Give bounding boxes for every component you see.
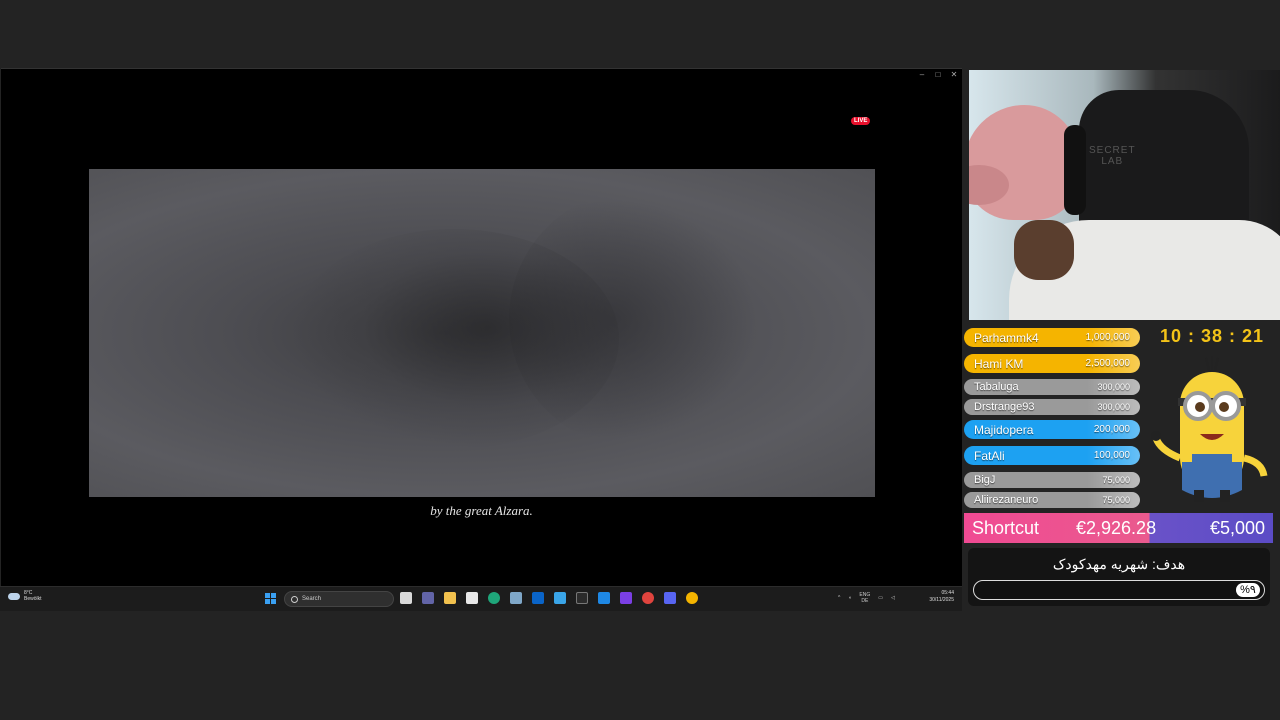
leaderboard-row: Majidopera 200,000 bbox=[964, 420, 1140, 439]
video-frame bbox=[89, 169, 875, 497]
window-controls: – □ ✕ bbox=[918, 70, 958, 79]
search-placeholder: Search bbox=[302, 596, 322, 602]
desktop-icon[interactable] bbox=[510, 592, 522, 604]
donor-name: Aliirezaneuro bbox=[974, 494, 1039, 506]
donor-name: Hami KM bbox=[974, 356, 1024, 371]
edge-icon[interactable] bbox=[488, 592, 500, 604]
search-icon bbox=[291, 595, 298, 603]
goal-target: €5,000 bbox=[1209, 517, 1265, 538]
clock-time: 05:44 bbox=[941, 590, 954, 596]
maximize-icon[interactable]: □ bbox=[934, 70, 942, 79]
game-window: – □ ✕ LIVE by the great Alzara. bbox=[1, 68, 962, 588]
leaderboard-row: Parhammk4 1,000,000 bbox=[964, 328, 1140, 347]
leaderboard-row: Hami KM 2,500,000 bbox=[964, 354, 1140, 373]
donor-amount: 300,000 bbox=[1097, 402, 1130, 412]
taskbar: 8°C Bewölkt Search ^ ◖ ENG DE ▭ ◁ 05:44 bbox=[0, 586, 962, 611]
leaderboard-row: BigJ 75,000 bbox=[964, 472, 1140, 488]
taskbar-apps bbox=[400, 592, 698, 604]
clock-date: 30/11/2025 bbox=[929, 597, 954, 603]
leaderboard-row: Aliirezaneuro 75,000 bbox=[964, 492, 1140, 508]
taskbar-clock[interactable]: 05:44 30/11/2025 bbox=[920, 590, 954, 604]
outlook-icon[interactable] bbox=[532, 592, 544, 604]
donor-amount: 75,000 bbox=[1102, 495, 1130, 505]
donor-name: Majidopera bbox=[974, 422, 1034, 437]
discord-icon[interactable] bbox=[664, 592, 676, 604]
minimize-icon[interactable]: – bbox=[918, 70, 926, 79]
file-explorer-icon[interactable] bbox=[444, 592, 456, 604]
chrome-icon[interactable] bbox=[686, 592, 698, 604]
rider-icon[interactable] bbox=[620, 592, 632, 604]
goal-current: €2,926.28 bbox=[1076, 517, 1157, 538]
donor-amount: 100,000 bbox=[1093, 450, 1130, 461]
network-icon[interactable]: ▭ bbox=[878, 595, 883, 601]
microphone-icon[interactable]: ◖ bbox=[848, 595, 851, 601]
video-swirl-2 bbox=[509, 189, 769, 449]
task-view-icon[interactable] bbox=[400, 592, 412, 604]
volume-icon[interactable]: ◁ bbox=[891, 595, 895, 601]
persian-goal-progress: %۹ bbox=[973, 580, 1265, 600]
donor-amount: 2,500,000 bbox=[1085, 358, 1131, 369]
leaderboard-row: Tabaluga 300,000 bbox=[964, 379, 1140, 395]
vscode-icon[interactable] bbox=[598, 592, 610, 604]
persian-goal-text: هدف: شهریه مهدکودک bbox=[1052, 556, 1186, 572]
donor-name: Drstrange93 bbox=[974, 401, 1035, 413]
photos-icon[interactable] bbox=[554, 592, 566, 604]
cloud-icon bbox=[8, 592, 20, 600]
system-tray: ^ ◖ ENG DE ▭ ◁ bbox=[838, 592, 895, 604]
goal-label: Shortcut bbox=[972, 517, 1040, 538]
donor-amount: 1,000,000 bbox=[1085, 332, 1131, 343]
chevron-up-icon[interactable]: ^ bbox=[838, 595, 840, 601]
chair-logo: SECRET LAB bbox=[1089, 145, 1136, 167]
donation-goal-bar: Shortcut €2,926.28 €5,000 bbox=[964, 513, 1273, 543]
taskbar-search[interactable]: Search bbox=[284, 591, 394, 607]
windows-start-icon[interactable] bbox=[265, 593, 276, 604]
donor-name: Parhammk4 bbox=[974, 330, 1039, 345]
donor-amount: 75,000 bbox=[1102, 475, 1130, 485]
weather-widget[interactable]: 8°C Bewölkt bbox=[8, 590, 42, 602]
store-icon[interactable] bbox=[466, 592, 478, 604]
settings-icon[interactable] bbox=[642, 592, 654, 604]
streamer-face bbox=[1014, 220, 1074, 280]
minion-mascot bbox=[1151, 356, 1268, 502]
headphones bbox=[1064, 125, 1086, 215]
close-icon[interactable]: ✕ bbox=[950, 70, 958, 79]
leaderboard-row: FatAli 100,000 bbox=[964, 446, 1140, 465]
donor-amount: 200,000 bbox=[1093, 424, 1130, 435]
leaderboard-row: Drstrange93 300,000 bbox=[964, 399, 1140, 415]
donor-name: FatAli bbox=[974, 448, 1005, 463]
persian-goal-percent: %۹ bbox=[1236, 583, 1260, 597]
donor-amount: 300,000 bbox=[1097, 382, 1130, 392]
terminal-icon[interactable] bbox=[576, 592, 588, 604]
webcam-feed: SECRET LAB bbox=[969, 70, 1280, 320]
donor-name: Tabaluga bbox=[974, 381, 1019, 393]
persian-goal-panel: هدف: شهریه مهدکودک %۹ bbox=[968, 548, 1270, 606]
live-badge: LIVE bbox=[851, 117, 871, 125]
language-indicator[interactable]: ENG DE bbox=[859, 592, 870, 604]
weather-desc: Bewölkt bbox=[24, 596, 42, 602]
subtitle-text: by the great Alzara. bbox=[430, 503, 533, 518]
teams-icon[interactable] bbox=[422, 592, 434, 604]
stream-timer: 10 : 38 : 21 bbox=[1160, 326, 1265, 346]
donor-name: BigJ bbox=[974, 474, 996, 486]
